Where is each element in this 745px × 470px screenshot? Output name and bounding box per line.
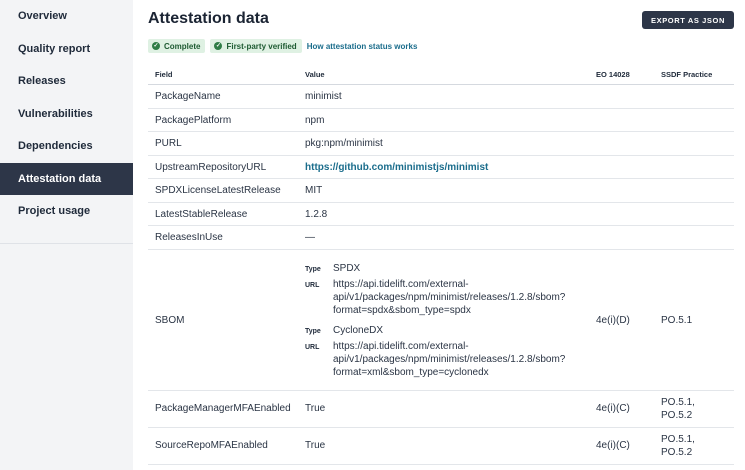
- sbom-url-line: URL https://api.tidelift.com/external- a…: [305, 340, 595, 380]
- table-header: Field Value EO 14028 SSDF Practice: [148, 66, 734, 85]
- table-row: ReleasesInUse —: [148, 226, 734, 250]
- sidebar-item-overview[interactable]: Overview: [0, 0, 133, 33]
- sbom-type-line: Type CycloneDX: [305, 324, 595, 340]
- field-cell: SourceRepoMFAEnabled: [155, 439, 268, 451]
- attestation-table: Field Value EO 14028 SSDF Practice Packa…: [148, 66, 734, 465]
- ssdf-line: PO.5.1,: [661, 396, 695, 408]
- value-cell: 1.2.8: [305, 208, 328, 220]
- sbom-type-value: SPDX: [333, 262, 361, 274]
- sbom-type-label: Type: [305, 327, 321, 335]
- sidebar-item-project-usage[interactable]: Project usage: [0, 195, 133, 228]
- table-row-sbom: SBOM Type SPDX URL https://api.tidelift.…: [148, 250, 734, 391]
- ssdf-line: PO.5.2: [661, 446, 693, 458]
- sbom-url-line-text: format=spdx&sbom_type=spdx: [333, 304, 471, 316]
- field-cell: PackageManagerMFAEnabled: [155, 402, 291, 414]
- sbom-type-line: Type SPDX: [305, 262, 595, 278]
- sbom-type-label: Type: [305, 265, 321, 273]
- ssdf-cell: PO.5.1: [661, 314, 693, 326]
- field-cell: UpstreamRepositoryURL: [155, 161, 267, 173]
- field-cell: PURL: [155, 138, 182, 149]
- field-cell: SBOM: [155, 314, 185, 326]
- value-cell: —: [305, 232, 315, 243]
- column-header-field: Field: [155, 70, 173, 79]
- how-attestation-link[interactable]: How attestation status works: [307, 42, 418, 51]
- eo-cell: 4e(i)(C): [596, 439, 630, 451]
- sbom-url-label: URL: [305, 281, 320, 289]
- upstream-repository-link[interactable]: https://github.com/minimistjs/minimist: [305, 162, 488, 173]
- sbom-url-line-text: format=xml&sbom_type=cyclonedx: [333, 366, 489, 378]
- sbom-type-value: CycloneDX: [333, 324, 384, 336]
- main-content: Attestation data EXPORT AS JSON ✓ Comple…: [133, 0, 745, 470]
- sbom-url-value: https://api.tidelift.com/external- api/v…: [333, 340, 603, 379]
- sidebar-item-dependencies[interactable]: Dependencies: [0, 130, 133, 163]
- column-header-value: Value: [305, 70, 325, 79]
- ssdf-line: PO.5.2: [661, 409, 693, 421]
- eo-cell: 4e(i)(D): [596, 314, 630, 326]
- table-row: SourceRepoMFAEnabled True 4e(i)(C) PO.5.…: [148, 428, 734, 465]
- field-cell: ReleasesInUse: [155, 232, 223, 243]
- sidebar-item-vulnerabilities[interactable]: Vulnerabilities: [0, 98, 133, 131]
- status-badges: ✓ Complete ✓ First-party verified How at…: [148, 39, 417, 53]
- status-badge-first-party: ✓ First-party verified: [210, 39, 302, 53]
- page-title: Attestation data: [148, 10, 269, 27]
- export-json-button[interactable]: EXPORT AS JSON: [642, 11, 734, 29]
- field-cell: SPDXLicenseLatestRelease: [155, 185, 281, 196]
- badge-label: First-party verified: [226, 41, 297, 51]
- sbom-entry: Type SPDX URL https://api.tidelift.com/e…: [305, 262, 595, 318]
- column-header-eo: EO 14028: [596, 70, 630, 79]
- status-badge-complete: ✓ Complete: [148, 39, 206, 53]
- table-row: PackagePlatform npm: [148, 109, 734, 132]
- badge-label: Complete: [164, 41, 201, 51]
- table-row: UpstreamRepositoryURL https://github.com…: [148, 156, 734, 179]
- sbom-url-value: https://api.tidelift.com/external- api/v…: [333, 278, 603, 317]
- value-cell: True: [305, 402, 326, 414]
- value-cell: minimist: [305, 91, 342, 102]
- field-cell: LatestStableRelease: [155, 208, 248, 220]
- table-row: SPDXLicenseLatestRelease MIT: [148, 179, 734, 203]
- sbom-url-line-text: https://api.tidelift.com/external-: [333, 278, 469, 290]
- column-header-ssdf: SSDF Practice: [661, 70, 713, 79]
- check-icon: ✓: [214, 42, 223, 50]
- sidebar-divider: [0, 243, 133, 244]
- field-cell: PackagePlatform: [155, 114, 232, 126]
- table-row: LatestStableRelease 1.2.8: [148, 203, 734, 226]
- sidebar-item-quality-report[interactable]: Quality report: [0, 33, 133, 66]
- ssdf-cell: PO.5.1, PO.5.2: [661, 396, 695, 422]
- field-cell: PackageName: [155, 91, 221, 102]
- table-row: PackageName minimist: [148, 85, 734, 109]
- value-cell: pkg:npm/minimist: [305, 138, 383, 149]
- sbom-entry: Type CycloneDX URL https://api.tidelift.…: [305, 324, 595, 380]
- eo-cell: 4e(i)(C): [596, 402, 630, 414]
- sbom-url-line-text: api/v1/packages/npm/minimist/releases/1.…: [333, 353, 566, 365]
- sbom-url-line-text: api/v1/packages/npm/minimist/releases/1.…: [333, 291, 566, 303]
- ssdf-cell: PO.5.1, PO.5.2: [661, 433, 695, 459]
- ssdf-line: PO.5.1,: [661, 433, 695, 445]
- value-cell: npm: [305, 114, 325, 126]
- sidebar-item-attestation-data[interactable]: Attestation data: [0, 162, 133, 195]
- sbom-url-line-text: https://api.tidelift.com/external-: [333, 340, 469, 352]
- value-cell: MIT: [305, 185, 323, 196]
- sbom-url-label: URL: [305, 343, 320, 351]
- sbom-url-line: URL https://api.tidelift.com/external- a…: [305, 278, 595, 318]
- check-icon: ✓: [152, 42, 160, 50]
- value-cell: True: [305, 439, 326, 451]
- table-row: PackageManagerMFAEnabled True 4e(i)(C) P…: [148, 391, 734, 428]
- table-row: PURL pkg:npm/minimist: [148, 132, 734, 156]
- sidebar: Overview Quality report Releases Vulnera…: [0, 0, 133, 470]
- sidebar-item-releases[interactable]: Releases: [0, 65, 133, 98]
